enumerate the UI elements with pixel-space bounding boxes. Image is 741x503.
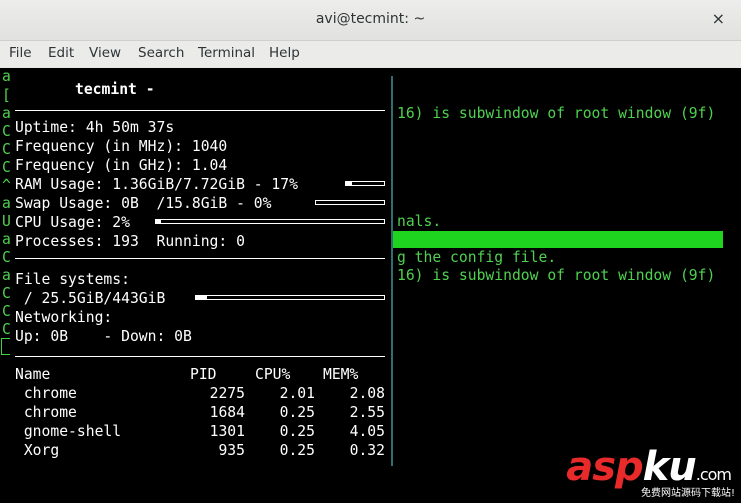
proc-header-pid: PID xyxy=(190,366,217,383)
menu-view[interactable]: View xyxy=(89,45,121,61)
ram-usage-text: RAM Usage: 1.36GiB/7.72GiB - 17% xyxy=(15,176,298,193)
proc-name: Xorg xyxy=(15,442,60,459)
proc-pid: 935 xyxy=(218,442,245,459)
conky-title: tecmint - xyxy=(75,81,155,98)
terminal-line: 16) is subwindow of root window (9f) xyxy=(397,105,716,122)
menu-terminal[interactable]: Terminal xyxy=(198,45,255,61)
proc-cpu: 0.25 xyxy=(279,442,315,459)
fs-usage-bar xyxy=(195,295,385,300)
ram-usage-fill xyxy=(346,182,353,185)
proc-header-name: Name xyxy=(15,366,51,383)
proc-pid: 2275 xyxy=(209,385,245,402)
proc-name: gnome-shell xyxy=(15,423,122,440)
proc-mem: 2.55 xyxy=(349,404,385,421)
cpu-usage-bar xyxy=(155,219,385,224)
menu-file[interactable]: File xyxy=(9,45,32,61)
fs-usage-fill xyxy=(196,296,208,299)
proc-name: chrome xyxy=(15,404,77,421)
proc-mem: 4.05 xyxy=(349,423,385,440)
freq-mhz-text: Frequency (in MHz): 1040 xyxy=(15,138,228,155)
net-text: Up: 0B - Down: 0B xyxy=(15,328,192,345)
proc-cpu: 2.01 xyxy=(279,385,315,402)
fs-root-text: / 25.5GiB/443GiB xyxy=(15,290,166,307)
freq-ghz-text: Frequency (in GHz): 1.04 xyxy=(15,157,228,174)
proc-mem: 0.32 xyxy=(349,442,385,459)
proc-pid: 1684 xyxy=(209,404,245,421)
proc-header-cpu: CPU% xyxy=(255,366,291,383)
conky-panel: tecmint - Uptime: 4h 50m 37s Frequency (… xyxy=(10,76,393,466)
terminal-highlight-bar xyxy=(390,231,723,248)
proc-name: chrome xyxy=(15,385,77,402)
swap-usage-bar xyxy=(315,200,385,205)
divider xyxy=(15,356,385,357)
window-titlebar[interactable]: avi@tecmint: ~ × xyxy=(0,0,741,41)
watermark-subtitle: 免费网站源码下载站! xyxy=(640,488,735,499)
watermark-com: .com xyxy=(695,465,732,484)
window-title: avi@tecmint: ~ xyxy=(315,11,426,27)
watermark-asp: asp xyxy=(566,444,643,490)
close-icon[interactable]: × xyxy=(712,9,725,28)
swap-usage-text: Swap Usage: 0B /15.8GiB - 0% xyxy=(15,195,272,212)
menu-edit[interactable]: Edit xyxy=(48,45,74,61)
fs-label: File systems: xyxy=(15,271,130,288)
uptime-text: Uptime: 4h 50m 37s xyxy=(15,119,175,136)
proc-header-mem: MEM% xyxy=(323,366,359,383)
proc-pid: 1301 xyxy=(209,423,245,440)
processes-text: Processes: 193 Running: 0 xyxy=(15,233,245,250)
net-label: Networking: xyxy=(15,309,113,326)
terminal-line: 16) is subwindow of root window (9f) xyxy=(397,267,716,284)
terminal-area[interactable]: 16) is subwindow of root window (9f) nal… xyxy=(0,68,741,503)
divider xyxy=(15,258,385,259)
terminal-line: nals. xyxy=(397,213,442,230)
proc-cpu: 0.25 xyxy=(279,423,315,440)
menubar: File Edit View Search Terminal Help xyxy=(0,41,741,67)
menu-help[interactable]: Help xyxy=(269,45,300,61)
cpu-usage-text: CPU Usage: 2% xyxy=(15,214,130,231)
ram-usage-bar xyxy=(345,181,385,186)
divider xyxy=(15,110,385,111)
proc-mem: 2.08 xyxy=(349,385,385,402)
proc-cpu: 0.25 xyxy=(279,404,315,421)
cpu-usage-fill xyxy=(156,220,161,223)
menu-search[interactable]: Search xyxy=(138,45,184,61)
terminal-line: g the config file. xyxy=(397,249,557,266)
